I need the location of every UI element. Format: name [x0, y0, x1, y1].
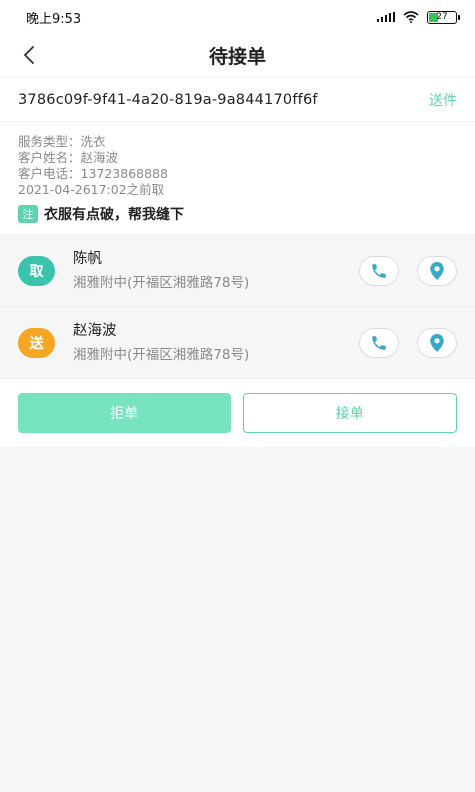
- phone-icon: [372, 263, 386, 278]
- stops-list: 取 陈帆 湘雅附中(开福区湘雅路78号) 送 赵海波 湘雅附中(开福区湘雅路78…: [0, 235, 475, 379]
- location-pin-icon: [430, 333, 444, 352]
- signal-icon: [377, 12, 395, 22]
- battery-icon: 27: [427, 10, 460, 24]
- back-button[interactable]: [14, 40, 44, 70]
- pickup-call-button[interactable]: [359, 255, 399, 286]
- service-type: 服务类型：洗衣: [18, 134, 106, 149]
- pickup-contact-name: 陈帆: [73, 250, 102, 267]
- location-pin-icon: [430, 261, 444, 280]
- order-id: 3786c09f-9f41-4a20-819a-9a844170ff6f: [18, 91, 318, 108]
- nav-bar: 待接单: [0, 34, 475, 76]
- customer-phone: 客户电话：13723868888: [18, 166, 168, 181]
- order-note: 注 衣服有点破，帮我缝下: [18, 204, 457, 224]
- order-actions: 拒单 接单: [0, 379, 475, 447]
- order-type-label: 送件: [429, 92, 457, 109]
- status-icons: 27: [377, 10, 460, 24]
- pickup-deadline: 2021-04-2617:02之前取: [18, 182, 165, 197]
- reject-order-button[interactable]: 拒单: [18, 393, 231, 433]
- order-info: 服务类型：洗衣 客户姓名：赵海波 客户电话：13723868888 2021-0…: [0, 122, 475, 235]
- status-time: 晚上9:53: [26, 11, 82, 27]
- accept-order-button[interactable]: 接单: [242, 393, 457, 433]
- order-card: 3786c09f-9f41-4a20-819a-9a844170ff6f 送件 …: [0, 78, 475, 235]
- delivery-details: 赵海波 湘雅附中(开福区湘雅路78号): [73, 321, 341, 365]
- pickup-address: 湘雅附中(开福区湘雅路78号): [73, 274, 250, 291]
- battery-level: 27: [436, 11, 448, 22]
- wifi-icon: [403, 11, 419, 23]
- delivery-address: 湘雅附中(开福区湘雅路78号): [73, 346, 250, 363]
- pickup-details: 陈帆 湘雅附中(开福区湘雅路78号): [73, 249, 341, 293]
- note-text: 衣服有点破，帮我缝下: [44, 207, 184, 223]
- delivery-navigate-button[interactable]: [417, 327, 457, 358]
- delivery-stop: 送 赵海波 湘雅附中(开福区湘雅路78号): [0, 307, 475, 379]
- note-tag: 注: [18, 205, 38, 223]
- pickup-navigate-button[interactable]: [417, 255, 457, 286]
- pickup-badge: 取: [18, 255, 55, 286]
- pickup-stop: 取 陈帆 湘雅附中(开福区湘雅路78号): [0, 235, 475, 307]
- phone-icon: [372, 335, 386, 350]
- back-arrow-icon: [23, 46, 34, 64]
- delivery-call-button[interactable]: [359, 327, 399, 358]
- customer-name: 客户姓名：赵海波: [18, 150, 119, 165]
- delivery-contact-name: 赵海波: [73, 322, 117, 339]
- delivery-badge: 送: [18, 327, 55, 358]
- order-header: 3786c09f-9f41-4a20-819a-9a844170ff6f 送件: [0, 78, 475, 122]
- status-bar: 晚上9:53 27: [0, 0, 475, 34]
- page-title: 待接单: [208, 45, 266, 68]
